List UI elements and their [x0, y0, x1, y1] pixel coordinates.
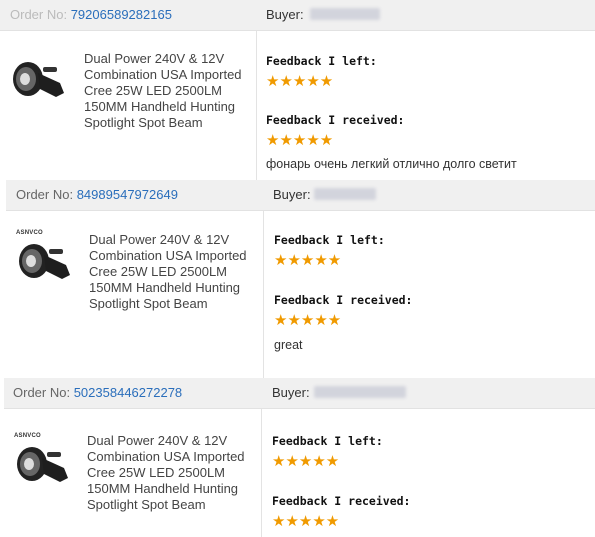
feedback-comment: фонарь очень легкий отлично долго светит	[266, 157, 517, 171]
order-body: ASNVCO Dual Power 240V & 12V Combination…	[6, 211, 595, 378]
spotlight-product-image[interactable]	[10, 59, 70, 101]
order-number-link[interactable]: 502358446272278	[74, 385, 182, 400]
feedback-received-label: Feedback I received:	[274, 293, 413, 307]
order-number-link[interactable]: 84989547972649	[77, 187, 178, 202]
feedback-left-stars: ★★★★★	[274, 252, 342, 269]
feedback-comment: great	[274, 338, 303, 352]
order-card: Order No: 84989547972649 Buyer: ASNVCO D…	[0, 180, 595, 378]
brand-logo: ASNVCO	[16, 230, 43, 236]
feedback-received-stars: ★★★★★	[272, 513, 340, 530]
order-header: Order No: 84989547972649 Buyer:	[6, 180, 595, 211]
order-body: ASNVCO Dual Power 240V & 12V Combination…	[4, 409, 595, 537]
buyer-label: Buyer:	[266, 7, 304, 22]
feedback-received-stars: ★★★★★	[266, 132, 334, 149]
feedback-left-label: Feedback I left:	[274, 233, 385, 247]
order-label: Order No:	[10, 7, 68, 22]
order-card: Order No: 79206589282165 Buyer: Dual Pow…	[0, 0, 595, 180]
feedback-left-stars: ★★★★★	[272, 453, 340, 470]
feedback-received-label: Feedback I received:	[272, 494, 411, 508]
order-label: Order No:	[16, 187, 74, 202]
product-title-link[interactable]: Dual Power 240V & 12V Combination USA Im…	[89, 232, 249, 312]
column-divider	[261, 409, 262, 537]
column-divider	[263, 211, 264, 378]
order-number-row: Order No: 79206589282165	[10, 7, 172, 22]
column-divider	[256, 31, 257, 180]
buyer-name-redacted	[314, 188, 376, 200]
feedback-received-stars: ★★★★★	[274, 312, 342, 329]
product-title-link[interactable]: Dual Power 240V & 12V Combination USA Im…	[87, 433, 247, 513]
feedback-left-stars: ★★★★★	[266, 73, 334, 90]
feedback-left-label: Feedback I left:	[266, 54, 377, 68]
order-label: Order No:	[13, 385, 71, 400]
spotlight-product-image[interactable]	[16, 241, 76, 283]
order-header: Order No: 502358446272278 Buyer:	[4, 378, 595, 409]
buyer-name-redacted	[314, 386, 406, 398]
order-number-row: Order No: 502358446272278	[13, 385, 182, 400]
order-number-row: Order No: 84989547972649	[16, 187, 178, 202]
product-title-link[interactable]: Dual Power 240V & 12V Combination USA Im…	[84, 51, 244, 131]
order-header: Order No: 79206589282165 Buyer:	[0, 0, 595, 31]
feedback-received-label: Feedback I received:	[266, 113, 405, 127]
brand-logo: ASNVCO	[14, 433, 41, 439]
spotlight-product-image[interactable]	[14, 444, 74, 486]
buyer-name-redacted	[310, 8, 380, 20]
feedback-left-label: Feedback I left:	[272, 434, 383, 448]
buyer-label: Buyer:	[272, 385, 310, 400]
buyer-label: Buyer:	[273, 187, 311, 202]
order-card: Order No: 502358446272278 Buyer: ASNVCO …	[0, 378, 595, 537]
order-body: Dual Power 240V & 12V Combination USA Im…	[0, 31, 595, 180]
order-number-link[interactable]: 79206589282165	[71, 7, 172, 22]
